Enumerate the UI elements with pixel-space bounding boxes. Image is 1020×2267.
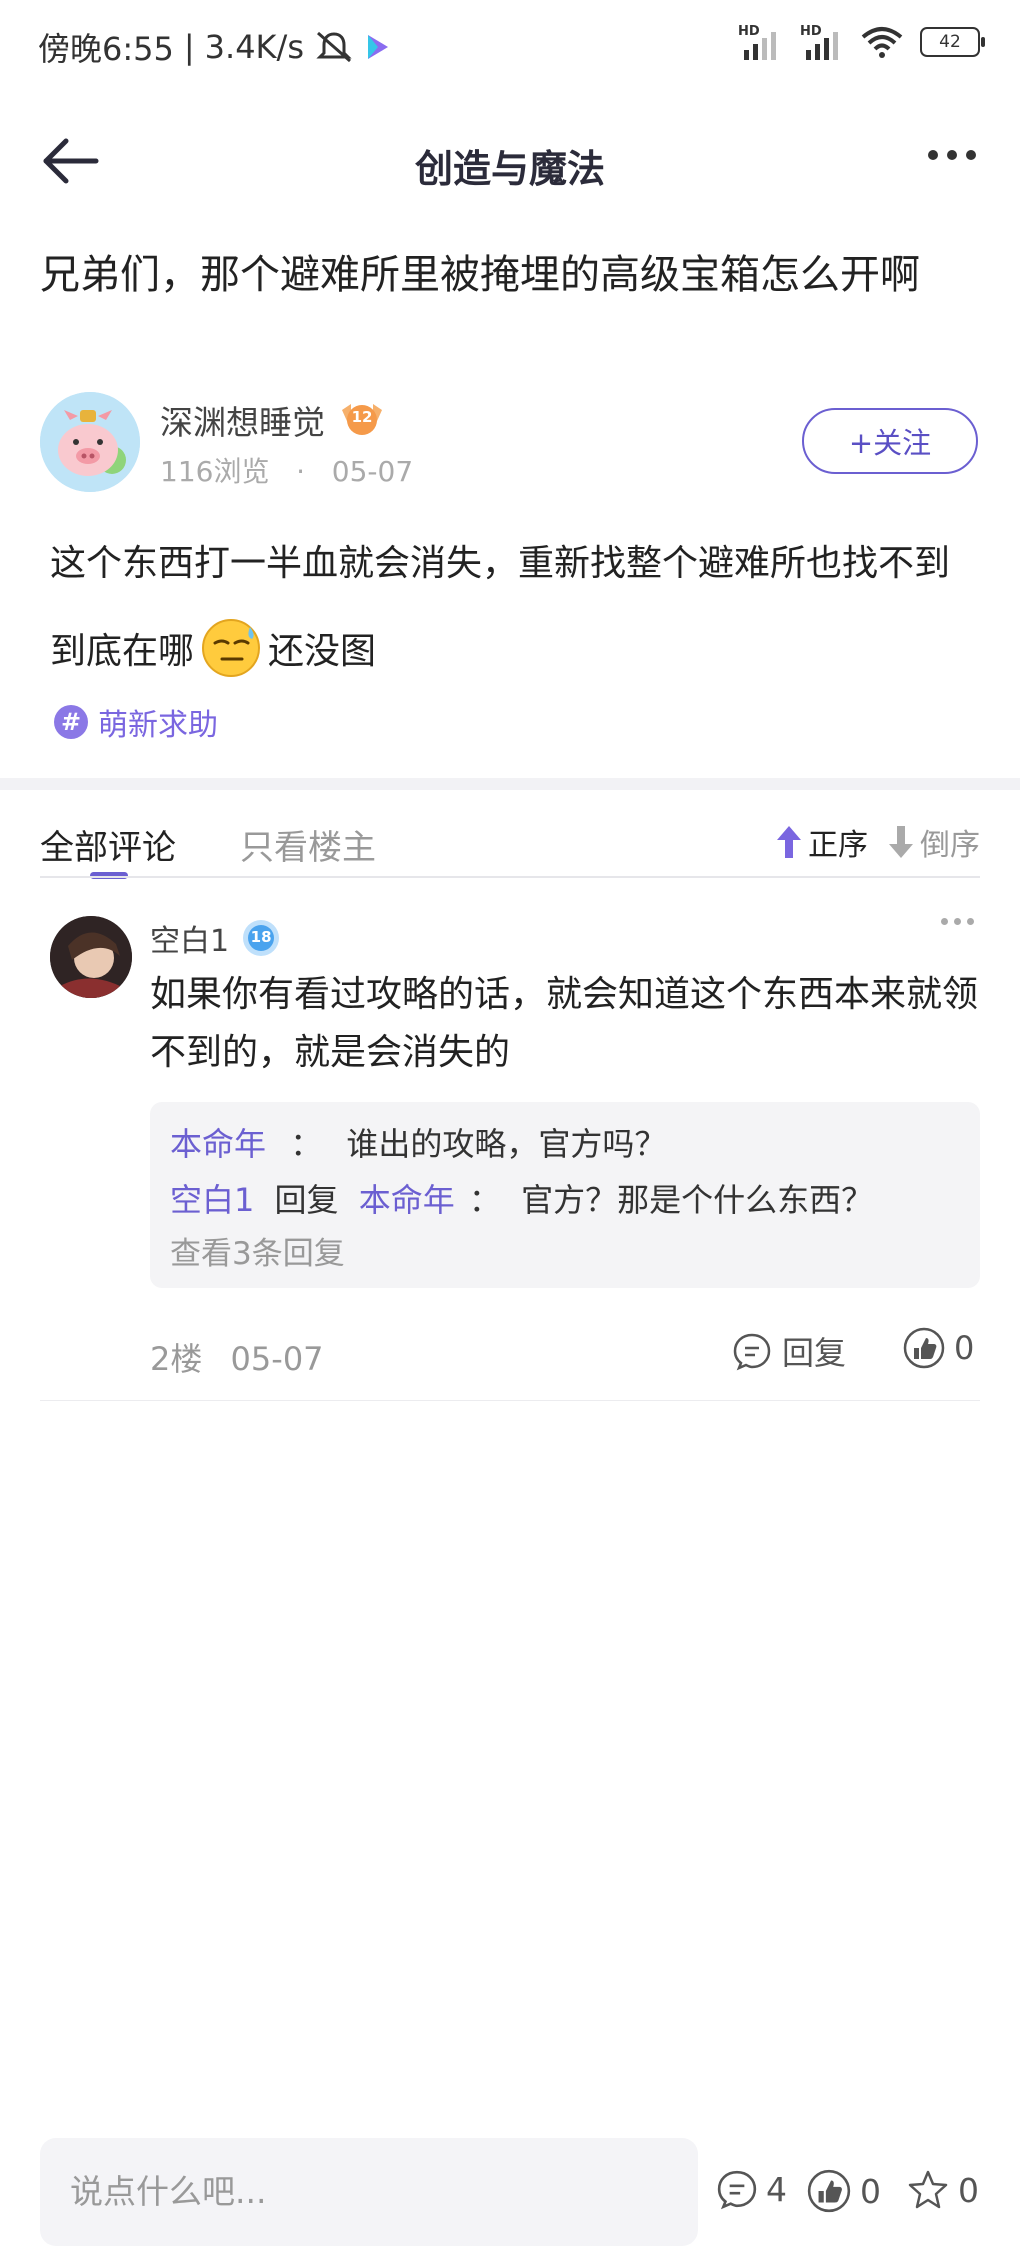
comment-text: 如果你有看过攻略的话，就会知道这个东西本来就领不到的，就是会消失的 [150, 974, 979, 1073]
reply-separator: ： [290, 1125, 323, 1163]
sort-ascending-button[interactable]: 正序 [774, 820, 868, 864]
likes-count: 0 [860, 2171, 881, 2211]
post-date: 05-07 [331, 455, 414, 488]
tag-label: 萌新求助 [98, 708, 218, 743]
stars-count: 0 [958, 2170, 979, 2210]
reply-separator: ： [468, 1181, 501, 1219]
tab-owner-only[interactable]: 只看楼主 [240, 820, 376, 869]
thumbs-up-icon [903, 1327, 945, 1369]
more-dot-icon [947, 150, 957, 160]
tab-all-comments[interactable]: 全部评论 [40, 820, 176, 869]
mute-bell-icon [316, 31, 352, 63]
pig-avatar-icon [40, 392, 140, 492]
reply-text: 官方？那是个什么东西？ [521, 1181, 874, 1219]
status-speed: 3.4K/s [204, 28, 304, 66]
reply-item: 本命年 ： 谁出的攻略，官方吗？ [170, 1116, 960, 1172]
comment-like-button[interactable]: 0 [902, 1326, 974, 1370]
sort-descending-button[interactable]: 倒序 [886, 820, 980, 864]
post-meta: 116浏览 · 05-07 [160, 450, 413, 490]
sweat-emoji-icon [202, 619, 261, 677]
more-dot-icon [954, 918, 961, 925]
comments-count: 4 [766, 2169, 787, 2209]
level-number: 12 [351, 408, 373, 426]
follow-button[interactable]: +关注 [802, 408, 978, 474]
comment-bubble-icon [733, 1333, 771, 1371]
reply-author[interactable]: 本命年 [170, 1125, 266, 1163]
bottom-comments-button[interactable]: 4 [716, 2168, 787, 2210]
comment-reply-button[interactable]: 回复 [732, 1328, 846, 1374]
comment-divider [40, 1400, 980, 1401]
reply-label: 回复 [782, 1334, 847, 1372]
post-content: 这个东西打一半血就会消失，重新找整个避难所也找不到到底在哪 还没图 [50, 520, 980, 696]
bottom-favorite-button[interactable]: 0 [906, 2168, 979, 2212]
follow-label: +关注 [848, 426, 932, 460]
status-time: 傍晚6:55 [38, 30, 174, 68]
tabs-divider [40, 876, 980, 878]
comment-author-info: 空白1 18 [150, 916, 281, 960]
reply-item: 空白1 回复 本命年 ： 官方？那是个什么东西？ [170, 1172, 960, 1228]
view-more-replies-link[interactable]: 查看3条回复 [170, 1228, 960, 1280]
comment-author-name[interactable]: 空白1 [150, 916, 229, 960]
signal-icon: HD [736, 22, 782, 62]
wifi-icon [861, 27, 903, 58]
meta-dot: · [278, 455, 323, 488]
reply-target[interactable]: 本命年 [359, 1181, 455, 1219]
comment-level-number: 18 [250, 928, 272, 946]
comment-date: 05-07 [230, 1340, 324, 1378]
comment-bubble-icon [717, 2170, 757, 2210]
status-separator: | [183, 28, 195, 66]
topic-tag[interactable]: # 萌新求助 [54, 700, 218, 744]
hash-icon: # [54, 705, 88, 739]
status-bar-right: HD HD 42 [736, 22, 985, 62]
more-dot-icon [941, 918, 948, 925]
battery-indicator: 42 [920, 27, 985, 57]
view-count: 116浏览 [160, 455, 270, 488]
sort-desc-label: 倒序 [920, 828, 980, 863]
content-text: 这个东西打一半血就会消失，重新找整个避难所也找不到到底在哪 [50, 543, 951, 672]
more-dot-icon [966, 150, 976, 160]
sort-asc-label: 正序 [808, 828, 868, 863]
post-title: 兄弟们，那个避难所里被掩埋的高级宝箱怎么开啊 [40, 252, 920, 298]
bottom-like-button[interactable]: 0 [806, 2168, 881, 2214]
content-text-end: 还没图 [268, 631, 377, 672]
section-divider [0, 778, 1020, 790]
author-info: 深渊想睡觉 12 [160, 396, 385, 444]
reply-preview-box[interactable]: 本命年 ： 谁出的攻略，官方吗？ 空白1 回复 本命年 ： 官方？那是个什么东西… [150, 1102, 980, 1288]
page-title: 创造与魔法 [414, 147, 605, 191]
level-badge: 12 [339, 400, 385, 440]
reply-author[interactable]: 空白1 [170, 1181, 254, 1219]
like-count: 0 [954, 1329, 975, 1367]
signal-icon-2: HD [798, 22, 844, 62]
more-dot-icon [928, 150, 938, 160]
star-icon [908, 2170, 948, 2209]
status-bar-left: 傍晚6:55 | 3.4K/s [38, 24, 392, 70]
user-avatar-icon [50, 916, 132, 998]
arrow-up-icon [777, 826, 801, 858]
commenter-avatar[interactable] [50, 916, 132, 998]
comment-more-button[interactable] [941, 918, 974, 925]
thumbs-up-icon [807, 2169, 851, 2213]
comment-input[interactable]: 说点什么吧... [40, 2138, 698, 2246]
comment-footer-meta: 2楼 05-07 [150, 1334, 324, 1380]
arrow-down-icon [889, 826, 913, 858]
more-dot-icon [967, 918, 974, 925]
more-options-button[interactable] [928, 150, 976, 160]
floor-number: 2楼 [150, 1340, 203, 1378]
author-avatar[interactable] [40, 392, 140, 492]
author-name[interactable]: 深渊想睡觉 [160, 396, 325, 444]
reply-verb: 回复 [274, 1181, 339, 1219]
play-store-icon [367, 35, 388, 59]
reply-text: 谁出的攻略，官方吗？ [346, 1125, 667, 1163]
comment-level-badge: 18 [241, 918, 281, 958]
